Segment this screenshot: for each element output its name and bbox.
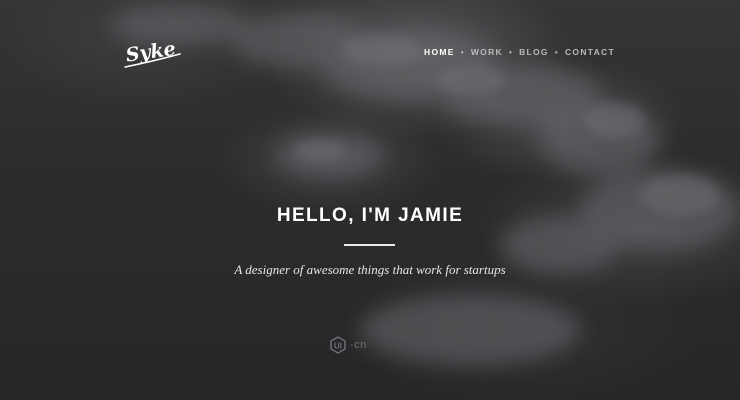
main-nav: HOME • WORK • BLOG • CONTACT	[424, 47, 615, 57]
cloud-background-image	[110, 5, 740, 365]
nav-separator: •	[508, 47, 514, 57]
svg-text:UI: UI	[334, 342, 342, 351]
nav-separator: •	[460, 47, 465, 57]
ui-cn-badge-icon: UI	[330, 336, 346, 354]
brand-logo[interactable]: Syke	[122, 36, 184, 72]
watermark-suffix: ·cn	[350, 339, 367, 351]
nav-item-blog[interactable]: BLOG	[519, 47, 549, 57]
nav-separator: •	[554, 47, 559, 57]
nav-item-work[interactable]: WORK	[471, 47, 503, 57]
nav-item-home[interactable]: HOME	[424, 47, 455, 57]
svg-text:Syke: Syke	[124, 38, 177, 67]
hero-tagline: A designer of awesome things that work f…	[234, 262, 506, 277]
watermark: UI ·cn	[329, 336, 367, 354]
syke-logo-icon: Syke	[124, 38, 181, 68]
hero-section: Syke HOME • WORK • BLOG • CONTACT HELLO,…	[0, 0, 740, 400]
headline-divider	[344, 244, 395, 246]
hero-headline: HELLO, I'M JAMIE	[276, 205, 464, 226]
nav-item-contact[interactable]: CONTACT	[565, 47, 615, 57]
